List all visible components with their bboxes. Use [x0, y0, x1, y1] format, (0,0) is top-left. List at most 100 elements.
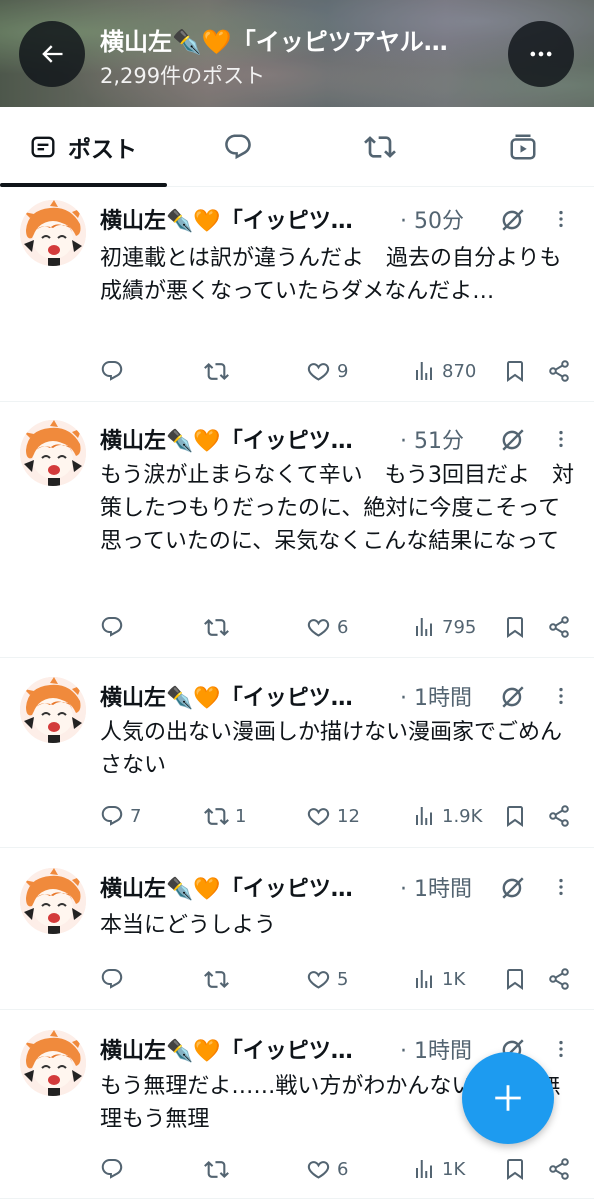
avatar[interactable]	[20, 868, 86, 934]
post-timestamp[interactable]: · 51分	[400, 423, 464, 455]
view-count: 795	[442, 616, 477, 638]
more-vertical-icon[interactable]	[550, 873, 572, 901]
bookmark-button[interactable]	[503, 1154, 527, 1184]
reply-button[interactable]	[100, 964, 130, 994]
views-icon	[412, 359, 436, 383]
tab-replies[interactable]	[167, 107, 309, 187]
grok-icon[interactable]	[500, 875, 526, 901]
profile-header: 横山左✒️🧡「イッピツアヤル… 2,299件のポスト	[0, 0, 594, 107]
author-name[interactable]: 横山左✒️🧡「イッピツ…	[100, 423, 385, 455]
more-vertical-icon[interactable]	[550, 205, 572, 233]
reply-icon	[100, 804, 124, 828]
bookmark-button[interactable]	[503, 612, 527, 642]
grok-icon[interactable]	[500, 684, 526, 710]
back-button[interactable]	[19, 21, 85, 87]
post[interactable]: 横山左✒️🧡「イッピツ… · 1時間 人気の出ない漫画しか描けない漫画家でごめん…	[0, 658, 594, 848]
post-timestamp[interactable]: · 1時間	[400, 871, 472, 903]
post-actions: 6 1K	[100, 1154, 580, 1184]
more-button[interactable]	[508, 21, 574, 87]
more-vertical-icon[interactable]	[550, 425, 572, 453]
like-count: 12	[337, 805, 360, 827]
like-button[interactable]: 9	[306, 356, 348, 386]
bookmark-button[interactable]	[503, 356, 527, 386]
views-icon	[412, 967, 436, 991]
tab-reposts[interactable]	[309, 107, 451, 187]
replies-icon	[223, 132, 253, 162]
share-icon	[547, 615, 571, 639]
bookmark-icon	[503, 804, 527, 828]
bookmark-icon	[503, 1157, 527, 1181]
post-timestamp[interactable]: · 1時間	[400, 1033, 472, 1065]
share-button[interactable]	[547, 964, 571, 994]
grok-icon[interactable]	[500, 427, 526, 453]
repost-icon	[204, 1157, 229, 1182]
post-header: 横山左✒️🧡「イッピツ… · 51分	[100, 423, 580, 457]
author-name[interactable]: 横山左✒️🧡「イッピツ…	[100, 871, 385, 903]
grok-icon[interactable]	[500, 207, 526, 233]
tab-media[interactable]	[451, 107, 594, 187]
posts-icon	[31, 136, 55, 158]
post-count: 2,299件のポスト	[100, 64, 266, 88]
post-text: 本当にどうしよう	[100, 913, 277, 938]
heart-icon	[306, 359, 331, 384]
share-button[interactable]	[547, 356, 571, 386]
repost-button[interactable]	[204, 612, 235, 642]
post-timestamp[interactable]: · 1時間	[400, 680, 472, 712]
more-vertical-icon[interactable]	[550, 682, 572, 710]
views-button[interactable]: 870	[412, 356, 476, 386]
repost-icon	[204, 359, 229, 384]
reply-button[interactable]	[100, 612, 130, 642]
heart-icon	[306, 967, 331, 992]
bookmark-button[interactable]	[503, 801, 527, 831]
view-count: 870	[442, 360, 477, 382]
repost-button[interactable]	[204, 964, 235, 994]
like-button[interactable]: 6	[306, 612, 348, 642]
share-button[interactable]	[547, 612, 571, 642]
views-button[interactable]: 1K	[412, 964, 465, 994]
more-vertical-icon[interactable]	[550, 1035, 572, 1063]
avatar[interactable]	[20, 1030, 86, 1096]
post[interactable]: 横山左✒️🧡「イッピツ… · 51分 もう涙が止まらなくて辛い もう3回目だよ …	[0, 402, 594, 658]
avatar[interactable]	[20, 677, 86, 743]
reply-count: 7	[130, 805, 142, 827]
views-icon	[412, 615, 436, 639]
bookmark-button[interactable]	[503, 964, 527, 994]
author-name[interactable]: 横山左✒️🧡「イッピツ…	[100, 203, 385, 235]
reply-button[interactable]	[100, 356, 130, 386]
profile-tabs: ポスト	[0, 107, 594, 187]
reply-button[interactable]: 7	[100, 801, 141, 831]
post-text: 初連載とは訳が違うんだよ 過去の自分よりも成績が悪くなっていたらダメなんだよ…	[100, 246, 562, 304]
post[interactable]: 横山左✒️🧡「イッピツ… · 1時間 本当にどうしよう 5 1K	[0, 848, 594, 1010]
share-icon	[547, 967, 571, 991]
author-name[interactable]: 横山左✒️🧡「イッピツ…	[100, 1033, 385, 1065]
repost-button[interactable]	[204, 1154, 235, 1184]
views-button[interactable]: 795	[412, 612, 476, 642]
views-button[interactable]: 1K	[412, 1154, 465, 1184]
post-timestamp[interactable]: · 50分	[400, 203, 464, 235]
view-count: 1K	[442, 1158, 466, 1180]
tab-posts[interactable]: ポスト	[0, 107, 167, 187]
reply-icon	[100, 967, 124, 991]
views-button[interactable]: 1.9K	[412, 801, 482, 831]
tab-posts-label: ポスト	[68, 137, 137, 163]
media-icon	[510, 134, 535, 160]
bookmark-icon	[503, 967, 527, 991]
share-button[interactable]	[547, 801, 571, 831]
like-button[interactable]: 5	[306, 964, 348, 994]
author-name[interactable]: 横山左✒️🧡「イッピツ…	[100, 680, 385, 712]
profile-name: 横山左✒️🧡「イッピツアヤル…	[100, 28, 448, 56]
post-header: 横山左✒️🧡「イッピツ… · 1時間	[100, 871, 580, 905]
reply-button[interactable]	[100, 1154, 130, 1184]
like-button[interactable]: 12	[306, 801, 360, 831]
compose-post-button[interactable]	[462, 1052, 554, 1144]
repost-button[interactable]	[204, 356, 235, 386]
avatar[interactable]	[20, 200, 86, 266]
like-count: 9	[337, 360, 349, 382]
share-button[interactable]	[547, 1154, 571, 1184]
avatar[interactable]	[20, 420, 86, 486]
post-header: 横山左✒️🧡「イッピツ… · 1時間	[100, 680, 580, 714]
post-text: もう涙が止まらなくて辛い もう3回目だよ 対策したつもりだったのに、絶対に今度こ…	[100, 463, 575, 554]
repost-button[interactable]: 1	[204, 801, 246, 831]
post[interactable]: 横山左✒️🧡「イッピツ… · 50分 初連載とは訳が違うんだよ 過去の自分よりも…	[0, 187, 594, 402]
like-button[interactable]: 6	[306, 1154, 348, 1184]
